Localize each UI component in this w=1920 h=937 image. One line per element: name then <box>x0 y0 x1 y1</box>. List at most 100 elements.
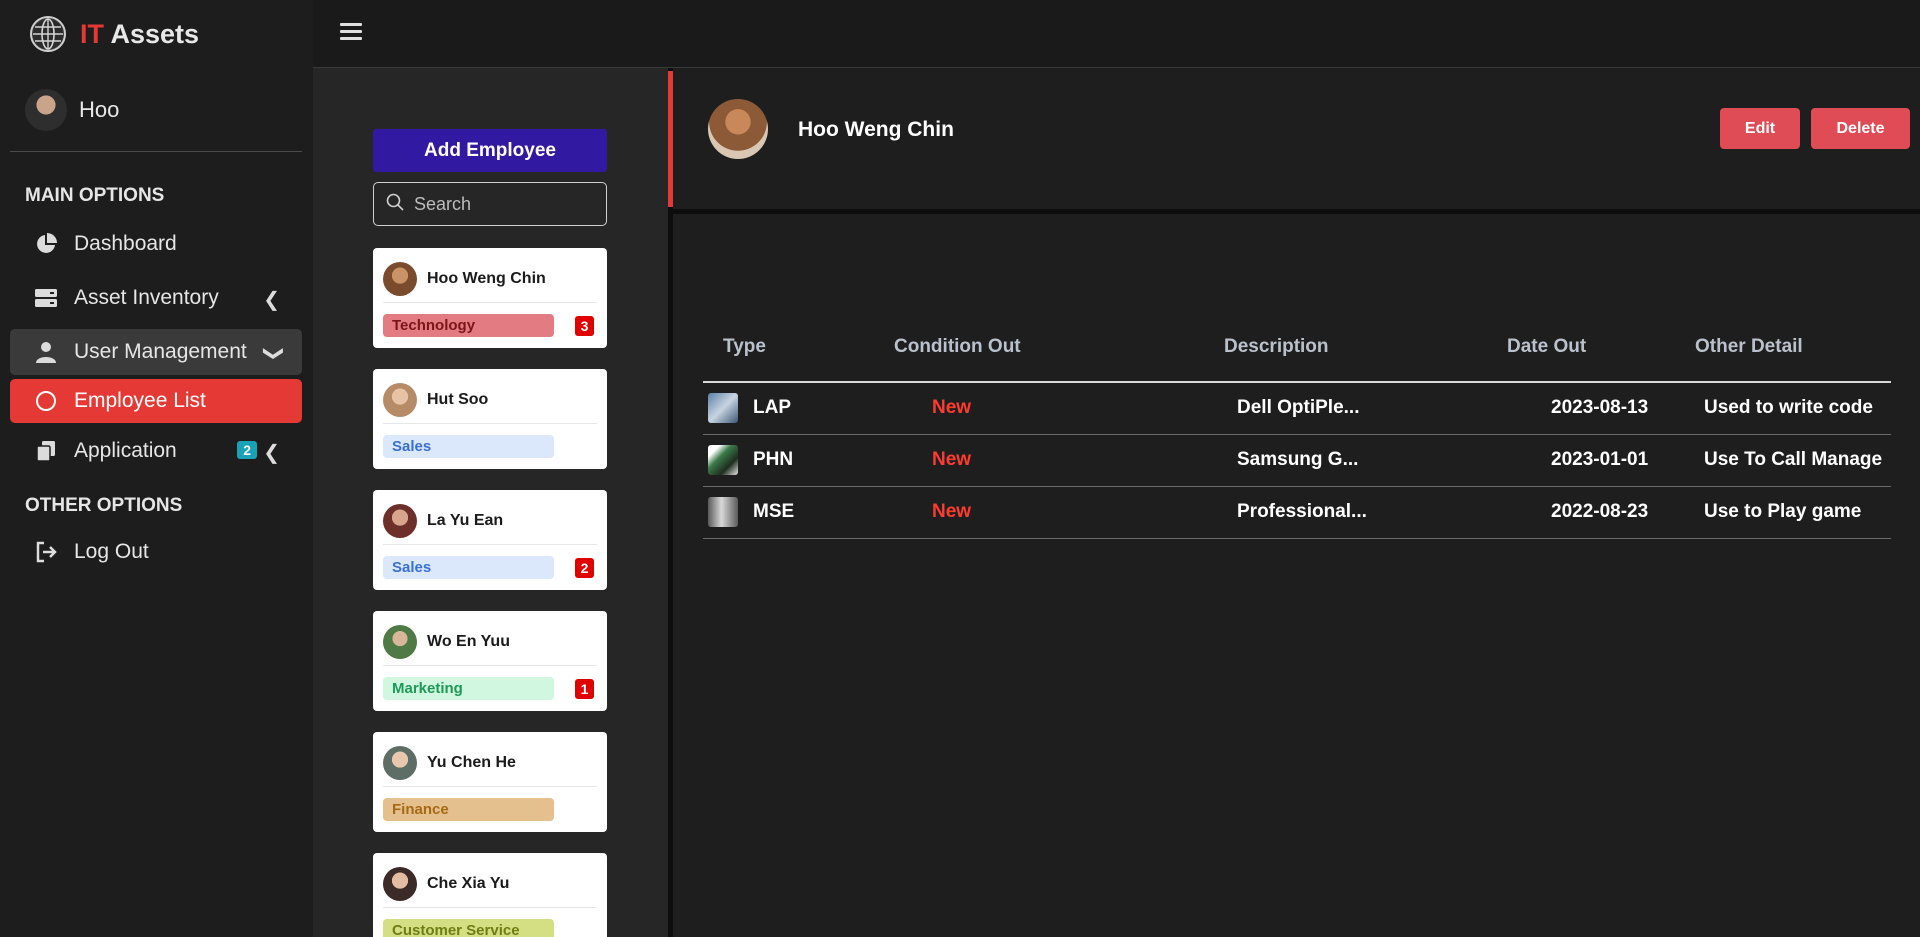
globe-icon <box>30 16 66 52</box>
avatar <box>25 88 67 131</box>
employee-card[interactable]: Wo En Yuu Marketing 1 <box>373 611 607 711</box>
asset-table: Type Condition Out Description Date Out … <box>703 313 1891 539</box>
asset-description: Samsung G... <box>1237 449 1359 470</box>
sidebar-item-label: User Management <box>74 340 247 363</box>
asset-other-detail: Use to Play game <box>1704 501 1862 522</box>
avatar <box>383 262 417 296</box>
other-options-header: OTHER OPTIONS <box>25 495 183 516</box>
employee-name: Hut Soo <box>427 391 489 408</box>
sidebar-item-asset-inventory[interactable]: Asset Inventory ❮ <box>10 275 302 321</box>
add-employee-button[interactable]: Add Employee <box>373 129 607 172</box>
brand-it-text: IT <box>80 18 104 49</box>
employee-card[interactable]: La Yu Ean Sales 2 <box>373 490 607 590</box>
employee-detail-name: Hoo Weng Chin <box>798 118 954 141</box>
column-header-description[interactable]: Description <box>1224 313 1507 383</box>
circle-icon <box>34 389 58 413</box>
employee-card-header: La Yu Ean <box>383 498 597 545</box>
employee-card-header: Che Xia Yu <box>383 861 597 908</box>
search-input[interactable] <box>414 193 604 215</box>
employee-card-header: Hoo Weng Chin <box>383 256 597 303</box>
asset-date-out: 2023-08-13 <box>1551 397 1649 419</box>
avatar <box>383 504 417 538</box>
employee-name: Che Xia Yu <box>427 875 510 892</box>
column-header-type[interactable]: Type <box>703 313 894 383</box>
mouse-icon <box>708 497 738 527</box>
employee-name: Hoo Weng Chin <box>427 270 546 287</box>
table-row[interactable]: PHN New Samsung G... 2023-01-01 Use To C… <box>703 434 1891 487</box>
department-tag: Technology <box>383 314 554 337</box>
sidebar-item-dashboard[interactable]: Dashboard <box>10 221 302 267</box>
logout-icon <box>34 540 58 564</box>
detail-header: Hoo Weng Chin Edit Delete <box>673 68 1920 209</box>
column-header-condition[interactable]: Condition Out <box>894 313 1224 383</box>
sidebar-item-user-management[interactable]: User Management ❮ <box>10 329 302 375</box>
edit-button[interactable]: Edit <box>1720 108 1800 149</box>
user-name: Hoo <box>79 96 120 122</box>
search-icon <box>386 193 404 216</box>
asset-condition: New <box>932 449 972 470</box>
employee-card[interactable]: Che Xia Yu Customer Service <box>373 853 607 937</box>
table-row[interactable]: MSE New Professional... 2022-08-23 Use t… <box>703 486 1891 539</box>
sidebar-item-logout[interactable]: Log Out <box>10 529 302 575</box>
employee-card-header: Yu Chen He <box>383 740 597 787</box>
avatar <box>383 625 417 659</box>
asset-date-out: 2023-01-01 <box>1551 449 1649 470</box>
sidebar-item-label: Application <box>74 439 177 462</box>
table-header-row: Type Condition Out Description Date Out … <box>703 313 1891 383</box>
sidebar-item-application[interactable]: Application 2 ❮ <box>10 428 302 474</box>
sidebar-item-label: Log Out <box>74 540 149 563</box>
asset-condition: New <box>932 397 972 419</box>
chevron-left-icon: ❮ <box>263 289 280 311</box>
application-count-badge: 2 <box>237 441 257 459</box>
chevron-down-icon: ❮ <box>261 345 284 362</box>
employee-name: Yu Chen He <box>427 754 516 771</box>
employee-list-panel: Add Employee Hoo Weng Chin Technology 3 … <box>313 68 668 937</box>
asset-type: LAP <box>753 397 791 419</box>
laptop-icon <box>708 393 738 424</box>
menu-toggle-icon[interactable] <box>340 19 362 49</box>
sidebar-item-label: Dashboard <box>74 232 177 255</box>
brand-title: IT Assets <box>80 19 199 50</box>
employee-detail-panel: Hoo Weng Chin Edit Delete Type Condition… <box>668 68 1920 937</box>
employee-card[interactable]: Hut Soo Sales <box>373 369 607 469</box>
main-options-header: MAIN OPTIONS <box>25 185 165 206</box>
asset-description: Dell OptiPle... <box>1237 397 1360 419</box>
asset-date-out: 2022-08-23 <box>1551 501 1649 522</box>
user-icon <box>34 340 58 364</box>
asset-count-badge: 3 <box>575 316 594 336</box>
brand[interactable]: IT Assets <box>0 0 313 68</box>
employee-name: Wo En Yuu <box>427 633 510 650</box>
column-header-other-detail[interactable]: Other Detail <box>1695 313 1891 383</box>
sidebar-item-employee-list[interactable]: Employee List <box>10 379 302 423</box>
top-bar: IT Assets <box>0 0 1920 68</box>
search-box[interactable] <box>373 182 607 226</box>
asset-type: PHN <box>753 449 794 470</box>
divider <box>673 209 1920 214</box>
employee-card[interactable]: Hoo Weng Chin Technology 3 <box>373 248 607 348</box>
table-row[interactable]: LAP New Dell OptiPle... 2023-08-13 Used … <box>703 382 1891 435</box>
avatar <box>383 383 417 417</box>
delete-button[interactable]: Delete <box>1811 108 1910 149</box>
phone-icon <box>708 445 738 475</box>
department-tag: Sales <box>383 435 554 458</box>
asset-type: MSE <box>753 501 795 522</box>
server-icon <box>34 286 58 310</box>
asset-other-detail: Use To Call Manage <box>1704 449 1883 470</box>
asset-count-badge: 2 <box>575 558 594 578</box>
employee-card-header: Wo En Yuu <box>383 619 597 666</box>
employee-card[interactable]: Yu Chen He Finance <box>373 732 607 832</box>
avatar <box>383 746 417 780</box>
user-panel[interactable]: Hoo <box>10 68 302 152</box>
sidebar: Hoo MAIN OPTIONS Dashboard Asset Invento… <box>0 68 313 937</box>
brand-assets-text: Assets <box>110 18 200 49</box>
asset-condition: New <box>932 501 972 522</box>
sidebar-item-label: Employee List <box>74 389 206 412</box>
avatar <box>708 99 768 159</box>
department-tag: Customer Service <box>383 919 554 937</box>
sidebar-item-label: Asset Inventory <box>74 286 219 309</box>
asset-count-badge: 1 <box>575 679 594 699</box>
department-tag: Marketing <box>383 677 554 700</box>
avatar <box>383 867 417 901</box>
column-header-date[interactable]: Date Out <box>1507 313 1695 383</box>
asset-other-detail: Used to write code <box>1704 397 1873 419</box>
